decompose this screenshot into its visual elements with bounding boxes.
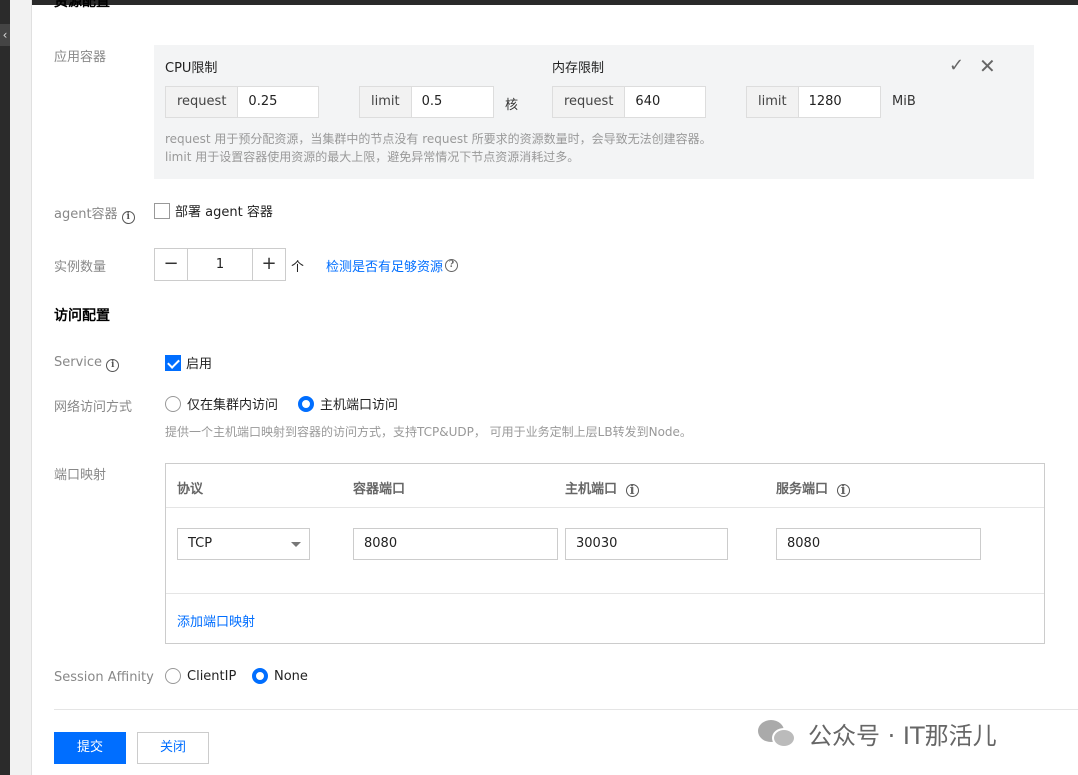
port-mapping-label: 端口映射 <box>54 468 107 483</box>
service-label: Service i <box>54 355 120 372</box>
instance-count[interactable]: 1 <box>188 249 252 280</box>
session-affinity-label: Session Affinity <box>54 670 154 685</box>
cpu-unit: 核 <box>505 98 519 113</box>
instances-label: 实例数量 <box>54 260 107 275</box>
close-button[interactable]: 关闭 <box>137 732 209 764</box>
agent-checkbox-row[interactable]: 部署 agent 容器 <box>154 201 273 220</box>
service-checkbox-row[interactable]: 启用 <box>165 353 212 372</box>
protocol-value: TCP <box>188 536 213 551</box>
check-resources-link[interactable]: 检测是否有足够资源 <box>326 256 443 275</box>
header-host-port: 主机端口 i <box>565 478 639 497</box>
increment-button[interactable]: + <box>252 249 285 280</box>
radio-host-port[interactable] <box>298 395 314 412</box>
affinity-option-clientip-label: ClientIP <box>187 668 237 684</box>
chevron-down-icon <box>291 542 301 547</box>
memory-limit-title: 内存限制 <box>552 61 605 76</box>
affinity-option-none-label: None <box>274 668 308 684</box>
header-service-port: 服务端口 i <box>776 478 850 497</box>
wechat-logo-icon <box>758 718 798 750</box>
container-port-input[interactable]: 8080 <box>353 528 558 560</box>
resource-panel: CPU限制 内存限制 ✓ ✕ request 0.25 limit 0.5 核 … <box>154 45 1034 179</box>
decrement-button[interactable]: − <box>155 249 188 280</box>
network-label: 网络访问方式 <box>54 400 133 415</box>
affinity-option-none[interactable]: None <box>252 668 308 684</box>
cpu-request-input[interactable]: 0.25 <box>238 87 318 117</box>
cpu-limit-title: CPU限制 <box>165 61 218 76</box>
chevron-left-icon[interactable]: ‹ <box>0 24 10 46</box>
service-checkbox-label: 启用 <box>186 357 213 372</box>
limit-hint: limit 用于设置容器使用资源的最大上限，避免异常情况下节点资源消耗过多。 <box>165 150 580 164</box>
info-icon[interactable]: i <box>836 484 850 497</box>
radio-cluster-only[interactable] <box>165 395 181 412</box>
side-panel <box>10 0 32 775</box>
service-port-input[interactable]: 8080 <box>776 528 981 560</box>
help-icon[interactable]: ? <box>445 259 459 272</box>
agent-checkbox[interactable] <box>154 202 170 219</box>
cpu-request-prefix: request <box>166 87 239 117</box>
network-option-host-label: 主机端口访问 <box>320 398 399 413</box>
submit-button[interactable]: 提交 <box>54 732 126 764</box>
network-option-host-port[interactable]: 主机端口访问 <box>298 394 398 413</box>
service-checkbox[interactable] <box>165 354 181 371</box>
cpu-limit-input[interactable]: 0.5 <box>412 87 493 117</box>
watermark: 公众号 · IT那活儿 <box>758 716 997 751</box>
memory-request-prefix: request <box>553 87 626 117</box>
radio-none[interactable] <box>252 668 268 684</box>
request-hint: request 用于预分配资源，当集群中的节点没有 request 所要求的资源… <box>165 132 712 146</box>
network-option-cluster-label: 仅在集群内访问 <box>187 398 279 413</box>
port-table-divider <box>166 593 1044 594</box>
top-bar <box>32 0 1078 5</box>
header-protocol: 协议 <box>177 482 204 497</box>
host-port-input[interactable]: 30030 <box>565 528 728 560</box>
cpu-limit-prefix: limit <box>360 87 412 117</box>
network-option-cluster[interactable]: 仅在集群内访问 <box>165 394 278 413</box>
container-label: 应用容器 <box>54 50 107 65</box>
memory-request-field[interactable]: request 640 <box>552 86 706 118</box>
service-label-text: Service <box>54 355 103 370</box>
memory-limit-prefix: limit <box>747 87 799 117</box>
side-dark-bar <box>0 0 10 775</box>
memory-unit: MiB <box>892 94 916 109</box>
radio-clientip[interactable] <box>165 668 181 684</box>
access-section-title: 访问配置 <box>54 308 110 324</box>
check-resources-link-row[interactable]: 检测是否有足够资源 ? <box>326 256 459 275</box>
cpu-limit-field[interactable]: limit 0.5 <box>359 86 494 118</box>
info-icon[interactable]: i <box>625 484 639 497</box>
close-icon[interactable]: ✕ <box>979 54 996 78</box>
port-table-header: 协议 容器端口 主机端口 i 服务端口 i <box>166 464 1044 508</box>
protocol-select[interactable]: TCP <box>177 528 310 560</box>
resource-section-title: 资源配置 <box>54 0 110 10</box>
memory-limit-field[interactable]: limit 1280 <box>746 86 881 118</box>
add-port-mapping-link[interactable]: 添加端口映射 <box>177 611 255 630</box>
instance-stepper[interactable]: − 1 + <box>154 248 286 281</box>
header-host-port-text: 主机端口 <box>565 482 618 497</box>
memory-request-input[interactable]: 640 <box>625 87 705 117</box>
header-container-port: 容器端口 <box>353 482 406 497</box>
footer-divider <box>54 709 1078 710</box>
network-description: 提供一个主机端口映射到容器的访问方式，支持TCP&UDP， 可用于业务定制上层L… <box>165 425 692 439</box>
watermark-text: 公众号 · IT那活儿 <box>808 722 997 750</box>
side-frame: ‹ <box>0 0 32 775</box>
cpu-request-field[interactable]: request 0.25 <box>165 86 319 118</box>
confirm-icon[interactable]: ✓ <box>949 55 964 76</box>
agent-label-text: agent容器 <box>54 207 118 222</box>
memory-limit-input[interactable]: 1280 <box>799 87 880 117</box>
info-icon[interactable]: i <box>121 211 135 224</box>
header-service-port-text: 服务端口 <box>776 482 829 497</box>
instances-unit: 个 <box>291 260 305 275</box>
agent-checkbox-label: 部署 agent 容器 <box>175 205 273 220</box>
affinity-option-clientip[interactable]: ClientIP <box>165 668 236 684</box>
port-mapping-table: 协议 容器端口 主机端口 i 服务端口 i TCP 8080 30030 808… <box>165 463 1045 644</box>
agent-label: agent容器 i <box>54 203 135 224</box>
info-icon[interactable]: i <box>106 359 120 372</box>
